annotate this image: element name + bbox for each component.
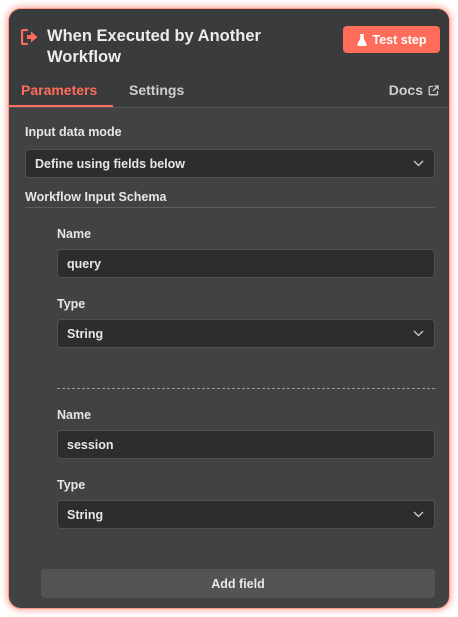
tab-settings[interactable]: Settings [129,82,184,98]
add-field-button[interactable]: Add field [41,569,435,598]
test-step-button[interactable]: Test step [343,26,440,53]
field-2-name-input[interactable]: session [57,430,435,459]
docs-link[interactable]: Docs [389,82,439,98]
tab-parameters[interactable]: Parameters [21,82,97,98]
field-2-type-value: String [67,507,104,522]
field-separator [57,388,435,389]
input-mode-value: Define using fields below [35,156,186,171]
schema-divider [25,207,435,208]
docs-label: Docs [388,82,423,98]
node-parameters-panel: When Executed by Another Workflow Test s… [9,9,449,608]
chevron-down-icon [413,511,424,518]
field-1-type-value: String [67,326,104,341]
field-2-name-label: Name [57,408,92,422]
input-mode-label: Input data mode [25,125,122,139]
input-mode-select[interactable]: Define using fields below [25,149,435,178]
schema-label: Workflow Input Schema [25,190,167,204]
node-title: When Executed by Another Workflow [47,27,261,66]
chevron-down-icon [413,160,424,167]
field-1-type-label: Type [57,297,86,311]
field-1-type-select[interactable]: String [57,319,435,348]
flask-icon [356,33,367,46]
active-tab-indicator [9,105,113,107]
test-step-label: Test step [372,32,427,47]
field-1-name-value: query [67,256,102,271]
field-2-type-select[interactable]: String [57,500,435,529]
field-1-name-label: Name [57,227,92,241]
field-2-type-label: Type [57,478,86,492]
chevron-down-icon [413,330,424,337]
sign-in-icon [21,29,38,45]
tab-bar: Parameters Settings Docs [9,79,449,108]
field-1-name-input[interactable]: query [57,249,435,278]
panel-header: When Executed by Another Workflow Test s… [9,9,449,79]
parameters-content: Input data mode Define using fields belo… [9,108,449,608]
field-2-name-value: session [67,437,114,452]
external-link-icon [428,84,439,95]
